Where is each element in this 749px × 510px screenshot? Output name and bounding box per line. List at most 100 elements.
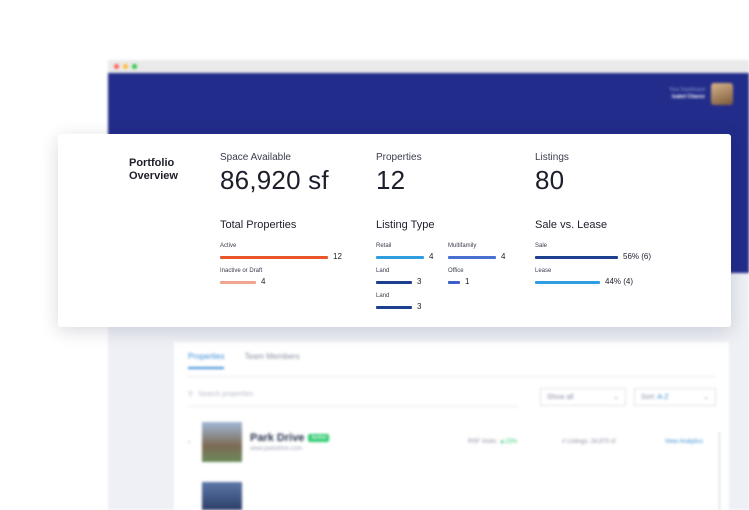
metric-bar xyxy=(220,255,328,259)
sort-value: A-Z xyxy=(657,393,669,401)
close-window-icon[interactable] xyxy=(114,64,119,69)
metric-bar-row: 4 xyxy=(220,278,265,286)
metric-bar-row: 3 xyxy=(376,303,421,311)
property-url: www.parkdrive.com xyxy=(250,446,303,452)
metric-bar-row: 56% (6) xyxy=(535,253,651,261)
user-avatar-icon[interactable] xyxy=(711,83,733,105)
metric-bar-row: 1 xyxy=(448,278,469,286)
chevron-right-icon[interactable]: › xyxy=(188,439,198,446)
sort-label: Sort: xyxy=(641,393,656,401)
total-properties-title: Total Properties xyxy=(220,219,297,231)
property-thumbnail xyxy=(202,482,242,510)
listings-stat: # Listings: 24,870 sf xyxy=(562,439,615,445)
user-subtitle: Your Dashboard xyxy=(669,87,705,93)
portfolio-overview-card: Portfolio Overview Space Available 86,92… xyxy=(58,134,731,327)
total-properties-inactive: Inactive or Draft 4 xyxy=(220,267,265,286)
tab-team-members[interactable]: Team Members xyxy=(244,352,299,369)
total-properties-active: Active 12 xyxy=(220,242,342,261)
listing-type-retail: Retail 4 xyxy=(376,242,433,261)
scrollbar[interactable] xyxy=(719,432,720,510)
metric-value: 4 xyxy=(501,252,506,261)
chevron-down-icon: ⌄ xyxy=(613,394,619,401)
metric-label: Inactive or Draft xyxy=(220,268,263,274)
metric-label: Land xyxy=(376,268,390,274)
metric-label: Sale xyxy=(535,243,548,249)
kpi-space-available: Space Available 86,920 sf xyxy=(220,152,329,196)
user-menu[interactable]: Your Dashboard Isabel Chavez xyxy=(669,83,733,105)
metric-bar xyxy=(376,255,424,259)
kpi-label: Listings xyxy=(535,152,569,163)
property-thumbnail xyxy=(202,422,242,462)
listings-value: 24,870 sf xyxy=(590,439,616,445)
property-name[interactable]: Park Drive xyxy=(250,432,304,444)
kpi-properties: Properties 12 xyxy=(376,152,422,196)
metric-label: Lease xyxy=(535,268,552,274)
metric-label: Active xyxy=(220,243,237,249)
search-underline xyxy=(188,406,518,407)
status-badge: Active xyxy=(308,434,330,442)
panel-tabs: Properties Team Members xyxy=(188,352,300,369)
metric-value: 1 xyxy=(465,277,470,286)
chevron-down-icon: ⌄ xyxy=(703,394,709,401)
kpi-listings: Listings 80 xyxy=(535,152,569,196)
table-row[interactable]: › Park Drive Active www.parkdrive.com RS… xyxy=(188,420,715,464)
metric-label: Office xyxy=(448,268,464,274)
metric-label: Land xyxy=(376,293,390,299)
kpi-value: 86,920 sf xyxy=(220,165,329,195)
sale-vs-lease-title: Sale vs. Lease xyxy=(535,219,608,231)
sort-select[interactable]: Sort: A-Z ⌄ xyxy=(634,388,716,406)
minimize-window-icon[interactable] xyxy=(123,64,128,69)
metric-bar xyxy=(535,280,600,284)
metric-bar-row: 4 xyxy=(448,253,505,261)
metric-bar-row: 3 xyxy=(376,278,421,286)
user-name: Isabel Chavez xyxy=(671,94,705,100)
kpi-value: 80 xyxy=(535,165,565,195)
metric-bar xyxy=(448,255,496,259)
listing-type-land-2: Land 3 xyxy=(376,292,421,311)
sort-label-group: Sort: A-Z xyxy=(641,394,669,401)
property-name-line: Park Drive Active xyxy=(250,432,330,444)
metric-label: Retail xyxy=(376,243,392,249)
listing-type-land: Land 3 xyxy=(376,267,421,286)
kpi-label: Properties xyxy=(376,152,422,163)
user-info: Your Dashboard Isabel Chavez xyxy=(669,87,705,101)
tab-properties[interactable]: Properties xyxy=(188,352,225,369)
metric-bar-row: 44% (4) xyxy=(535,278,633,286)
metric-value: 4 xyxy=(261,277,266,286)
kpi-label: Space Available xyxy=(220,152,291,163)
visits-stat: RSF Visits: ▲23% xyxy=(468,439,517,445)
metric-bar-row: 12 xyxy=(220,253,342,261)
metric-bar-row: 4 xyxy=(376,253,433,261)
visits-label: RSF Visits: xyxy=(468,439,498,445)
window-titlebar xyxy=(108,60,749,73)
search-field[interactable]: ⚲ Search properties xyxy=(188,390,253,399)
view-filter-select[interactable]: Show all ⌄ xyxy=(540,388,626,406)
metric-value: 12 xyxy=(333,252,342,261)
listing-type-title: Listing Type xyxy=(376,219,435,231)
metric-bar xyxy=(376,280,412,284)
view-analytics-link[interactable]: View Analytics xyxy=(665,439,703,445)
listings-label: # Listings: xyxy=(562,439,590,445)
metric-bar xyxy=(220,280,256,284)
tab-divider xyxy=(188,376,715,377)
maximize-window-icon[interactable] xyxy=(132,64,137,69)
lease-metric: Lease 44% (4) xyxy=(535,267,633,286)
card-title: Portfolio Overview xyxy=(129,157,178,182)
metric-bar xyxy=(376,305,412,309)
metric-bar xyxy=(535,255,618,259)
metric-value: 44% (4) xyxy=(605,277,634,286)
metric-value: 3 xyxy=(417,302,422,311)
sale-metric: Sale 56% (6) xyxy=(535,242,651,261)
property-info: Park Drive Active www.parkdrive.com xyxy=(250,432,330,452)
visits-value: ▲23% xyxy=(499,439,518,445)
properties-panel: Properties Team Members ⚲ Search propert… xyxy=(174,342,729,510)
view-filter-value: Show all xyxy=(547,393,574,401)
kpi-value: 12 xyxy=(376,165,406,195)
metric-value: 3 xyxy=(417,277,422,286)
metric-value: 4 xyxy=(429,252,434,261)
metric-bar xyxy=(448,280,460,284)
listing-type-office: Office 1 xyxy=(448,267,469,286)
metric-label: Multifamily xyxy=(448,243,477,249)
metric-value: 56% (6) xyxy=(623,252,652,261)
listing-type-multifamily: Multifamily 4 xyxy=(448,242,505,261)
